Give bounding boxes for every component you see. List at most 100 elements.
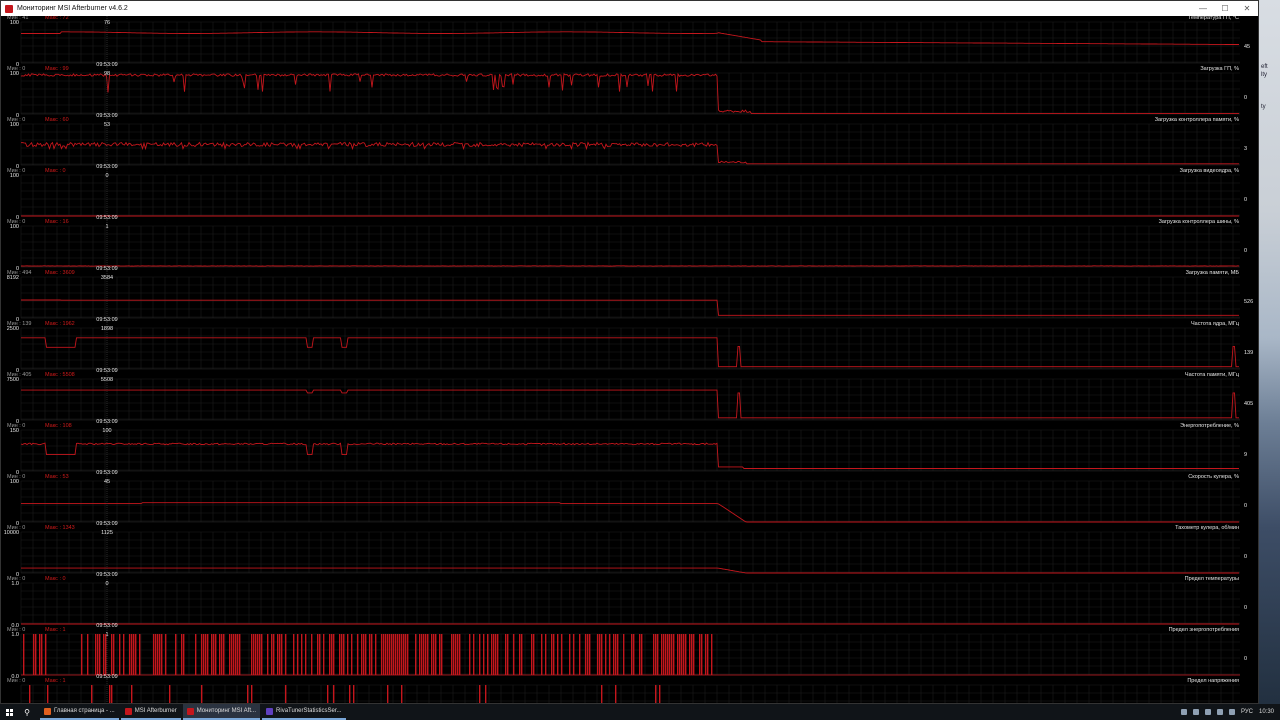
limit-bar: [139, 634, 141, 675]
cursor-value: 1: [105, 632, 108, 638]
limit-bar: [153, 634, 155, 675]
graph-max-stat: Макс : 1: [45, 678, 66, 684]
limit-bar: [401, 634, 403, 675]
limit-bar: [707, 634, 709, 675]
search-icon[interactable]: ⚲: [18, 704, 36, 720]
graph-panel[interactable]: Мин : 0 Макс : 1343 Тахометр кулера, об/ми…: [4, 525, 1247, 578]
y-axis-max-label: 1.0: [11, 632, 19, 638]
limit-bar: [541, 634, 543, 675]
limit-bar: [285, 634, 287, 675]
limit-bar: [693, 634, 695, 675]
limit-bar: [393, 634, 395, 675]
minimize-button[interactable]: —: [1192, 1, 1214, 16]
y-axis-max-label: 1.0: [11, 581, 19, 587]
limit-bar: [455, 634, 457, 675]
limit-bar: [361, 634, 363, 675]
last-value: 0: [1244, 503, 1247, 509]
limit-bar: [691, 634, 693, 675]
volume-icon[interactable]: [1228, 709, 1235, 715]
last-value: 45: [1244, 44, 1250, 50]
graph-panel[interactable]: Мин : 139 Макс : 1962 Частота ядра, МГц250…: [7, 321, 1253, 374]
limit-bar: [587, 634, 589, 675]
limit-bar: [251, 634, 253, 675]
graph-line: [20, 141, 1239, 165]
limit-bar: [273, 634, 275, 675]
graph-panel[interactable]: Мин : 0 Макс : 60 Загрузка контроллера пам…: [7, 117, 1247, 170]
graph-max-stat: Макс : 99: [45, 66, 69, 72]
limit-bar: [601, 634, 603, 675]
limit-bar: [569, 634, 571, 675]
maximize-button[interactable]: ☐: [1214, 1, 1236, 16]
graph-title: Скорость кулера, %: [1188, 474, 1239, 480]
tray-icon[interactable]: [1180, 709, 1187, 715]
graph-max-stat: Макс : 60: [45, 117, 69, 123]
limit-bar: [257, 634, 259, 675]
language-indicator[interactable]: РУС: [1241, 709, 1253, 715]
graph-panel[interactable]: Мин : 0 Макс : 0 Предел температуры1.00.00…: [7, 576, 1247, 629]
wallpaper-text: eft: [1261, 64, 1268, 70]
limit-bar: [281, 634, 283, 675]
tray-icon[interactable]: [1204, 709, 1211, 715]
close-button[interactable]: ✕: [1236, 1, 1258, 16]
limit-bar: [211, 634, 213, 675]
limit-bar: [519, 634, 521, 675]
limit-bar: [161, 634, 163, 675]
graphs-canvas[interactable]: Мин : 41 Макс : 72 Температура ГП, °С10007…: [1, 15, 1259, 704]
limit-bar: [91, 685, 93, 703]
limit-bar: [381, 634, 383, 675]
graph-panel[interactable]: Мин : 0 Макс : 108 Энергопотребление, %150…: [7, 423, 1247, 476]
limit-bar: [699, 634, 701, 675]
cursor-value: 5508: [101, 377, 113, 383]
limit-bar: [513, 634, 515, 675]
limit-bar: [369, 634, 371, 675]
graph-panel[interactable]: Мин : 494 Макс : 3609 Загрузка памяти, МБ8…: [7, 270, 1253, 323]
graph-panel[interactable]: Мин : 41 Макс : 72 Температура ГП, °С10007…: [7, 15, 1250, 68]
graph-panel[interactable]: Мин : 0 Макс : 16 Загрузка контроллера шин…: [7, 219, 1247, 272]
limit-bar: [301, 634, 303, 675]
graph-panel[interactable]: Мин : 0 Макс : 53 Скорость кулера, %100045…: [7, 474, 1247, 527]
limit-bar: [441, 634, 443, 675]
graph-title: Энергопотребление, %: [1180, 423, 1239, 429]
limit-bar: [589, 634, 591, 675]
limit-bar: [201, 685, 203, 703]
limit-bar: [175, 634, 177, 675]
limit-bar: [401, 685, 403, 703]
app-icon: [186, 707, 194, 715]
last-value: 3: [1244, 146, 1247, 152]
limit-bar: [195, 634, 197, 675]
cursor-value: 1: [105, 224, 108, 230]
y-axis-max-label: 150: [10, 428, 19, 434]
limit-bar: [343, 634, 345, 675]
monitoring-window: Мониторинг MSI Afterburner v4.6.2 — ☐ ✕ …: [0, 0, 1259, 704]
start-button[interactable]: [0, 704, 18, 720]
taskbar-item[interactable]: Мониторинг MSI Aft...: [182, 704, 261, 720]
limit-bar: [109, 685, 111, 703]
graph-panel[interactable]: Мин : 0 Макс : 1 Предел напряжения: [7, 678, 1240, 704]
window-titlebar[interactable]: Мониторинг MSI Afterburner v4.6.2 — ☐ ✕: [1, 1, 1258, 16]
graph-panel[interactable]: Мин : 405 Макс : 5508 Частота памяти, МГц7…: [7, 372, 1253, 425]
last-value: 0: [1244, 248, 1247, 254]
limit-bar: [39, 634, 41, 675]
limit-bar: [247, 685, 249, 703]
limit-bar: [271, 634, 273, 675]
limit-bar: [351, 634, 353, 675]
limit-bar: [129, 634, 131, 675]
limit-bar: [237, 634, 239, 675]
graph-panel[interactable]: Мин : 0 Макс : 1 Предел энергопотребления1…: [7, 627, 1247, 680]
y-axis-max-label: 100: [10, 122, 19, 128]
graph-panel[interactable]: Мин : 0 Макс : 0 Загрузка видеоядра, %1000…: [7, 168, 1247, 221]
clock[interactable]: 10:30: [1259, 709, 1274, 715]
graph-panel[interactable]: Мин : 0 Макс : 99 Загрузка ГП, %10009809:5…: [7, 66, 1247, 119]
afterburner-app-icon: [5, 4, 13, 13]
monitoring-graphs-area[interactable]: Мин : 41 Макс : 72 Температура ГП, °С 100 0 7…: [1, 15, 1259, 704]
taskbar-item[interactable]: MSI Afterburner: [120, 704, 181, 720]
limit-bar: [427, 634, 429, 675]
limit-bar: [123, 634, 125, 675]
taskbar-item[interactable]: RivaTunerStatisticsSer...: [262, 704, 346, 720]
taskbar-item[interactable]: Главная страница - ...: [40, 704, 119, 720]
y-axis-max-label: 100: [10, 173, 19, 179]
limit-bar: [597, 634, 599, 675]
tray-icon[interactable]: [1192, 709, 1199, 715]
network-icon[interactable]: [1216, 709, 1223, 715]
limit-bar: [47, 685, 49, 703]
